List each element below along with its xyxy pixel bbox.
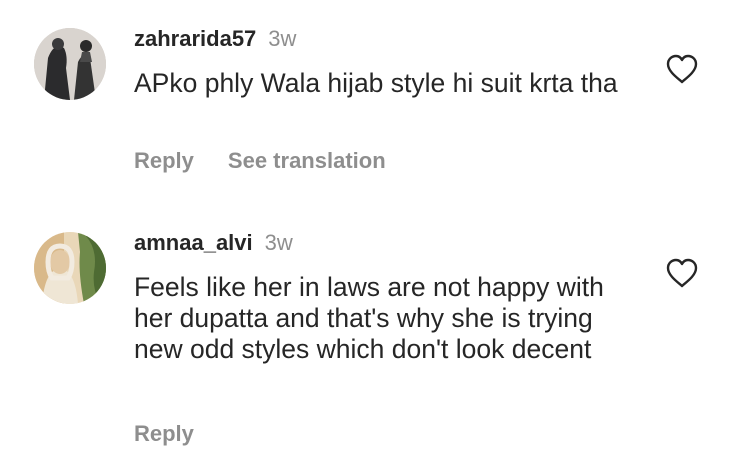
avatar-image [34, 232, 106, 304]
heart-outline-icon[interactable] [664, 257, 700, 289]
timestamp: 3w [264, 230, 293, 255]
reply-button[interactable]: Reply [134, 148, 194, 174]
see-translation-button[interactable]: See translation [228, 148, 386, 174]
username[interactable]: zahrarida57 [134, 26, 256, 52]
heart-outline-icon[interactable] [664, 53, 700, 85]
comment-text: APko phly Wala hijab style hi suit krta … [134, 68, 618, 98]
comment-meta: amnaa_alvi 3w [134, 230, 293, 256]
username[interactable]: amnaa_alvi [134, 230, 253, 256]
reply-button[interactable]: Reply [134, 421, 194, 447]
avatar-image [34, 28, 106, 100]
comment-text: Feels like her in laws are not happy wit… [134, 272, 604, 364]
avatar[interactable] [34, 232, 106, 304]
comment-actions: Reply See translation [134, 148, 420, 174]
timestamp: 3w [268, 26, 297, 51]
comment-meta: zahrarida57 3w [134, 26, 296, 52]
avatar[interactable] [34, 28, 106, 100]
comment-actions: Reply [134, 421, 228, 447]
